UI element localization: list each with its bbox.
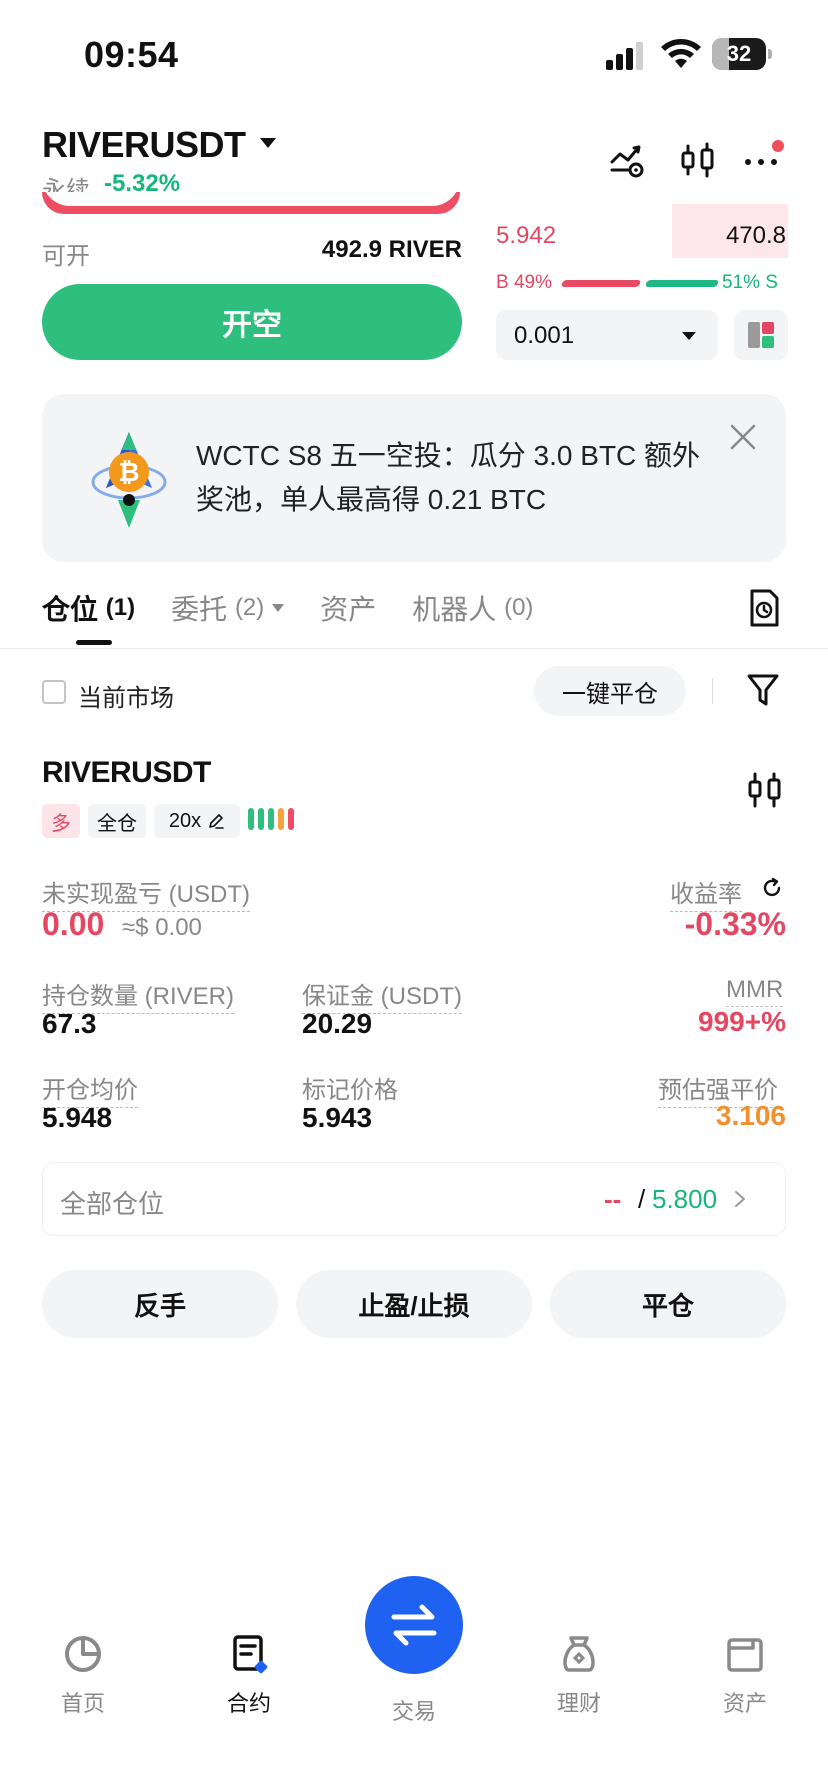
ask-price[interactable]: 5.942 bbox=[496, 222, 556, 250]
home-icon bbox=[65, 1636, 101, 1672]
available-value: 492.9 RIVER bbox=[321, 236, 462, 263]
nav-contract[interactable]: 合约 bbox=[194, 1632, 304, 1718]
earn-icon bbox=[563, 1636, 595, 1672]
mark-price-value: 5.943 bbox=[302, 1102, 373, 1133]
nav-trade-label[interactable]: 交易 bbox=[365, 1694, 463, 1726]
status-time: 09:54 bbox=[84, 34, 179, 75]
nav-home-label: 首页 bbox=[60, 1691, 105, 1716]
buy-ratio-bar bbox=[560, 280, 642, 287]
wallet-icon bbox=[727, 1638, 763, 1672]
open-short-button[interactable]: 开空 bbox=[42, 284, 462, 360]
tab-bots[interactable]: 机器人 (0) bbox=[412, 588, 533, 628]
sell-slider-track[interactable] bbox=[42, 192, 460, 214]
promo-text[interactable]: WCTC S8 五一空投：瓜分 3.0 BTC 额外奖池，单人最高得 0.21 … bbox=[196, 434, 706, 522]
svg-text:₿: ₿ bbox=[118, 457, 139, 487]
wifi-icon bbox=[661, 39, 701, 68]
leverage-badge[interactable]: 20x bbox=[154, 804, 240, 838]
side-badge: 多 bbox=[42, 804, 80, 838]
nav-home[interactable]: 首页 bbox=[28, 1632, 138, 1718]
nav-contract-label: 合约 bbox=[226, 1691, 271, 1716]
active-tab-indicator bbox=[76, 640, 112, 645]
sell-ratio-bar bbox=[644, 280, 720, 287]
refresh-icon[interactable] bbox=[760, 876, 784, 900]
nav-earn-label: 理财 bbox=[556, 1691, 601, 1716]
entry-price-value: 5.948 bbox=[42, 1102, 113, 1133]
sell-ratio: 51% S bbox=[722, 272, 778, 293]
mmr-label[interactable]: MMR bbox=[726, 976, 784, 1007]
pair-title[interactable]: RIVERUSDT bbox=[42, 124, 246, 166]
chevron-right-icon bbox=[735, 1191, 745, 1207]
all-positions-separator: / bbox=[638, 1184, 646, 1214]
risk-level-indicator bbox=[248, 808, 294, 832]
tab-positions[interactable]: 仓位 (1) bbox=[42, 588, 135, 628]
tab-orders[interactable]: 委托 (2) bbox=[171, 588, 285, 628]
tab-positions-count: (1) bbox=[105, 594, 136, 621]
contract-icon bbox=[233, 1635, 268, 1674]
nav-assets-label: 资产 bbox=[722, 1691, 767, 1716]
available-label: 可开 bbox=[42, 243, 90, 270]
tabs-divider bbox=[0, 648, 828, 649]
tab-bots-label: 机器人 bbox=[412, 594, 497, 625]
tab-positions-label: 仓位 bbox=[42, 594, 99, 625]
close-all-button[interactable]: 一键平仓 bbox=[534, 666, 686, 716]
reverse-button[interactable]: 反手 bbox=[42, 1270, 278, 1338]
layout-icon bbox=[748, 322, 774, 348]
margin-mode-badge[interactable]: 全仓 bbox=[88, 804, 146, 838]
close-position-button[interactable]: 平仓 bbox=[550, 1270, 786, 1338]
size-value: 67.3 bbox=[42, 1008, 97, 1039]
trade-fab-button[interactable] bbox=[365, 1576, 463, 1674]
notification-dot bbox=[772, 140, 784, 152]
position-tabs: 仓位 (1) 委托 (2) 资产 机器人 (0) bbox=[42, 588, 533, 628]
history-icon[interactable] bbox=[746, 588, 782, 628]
strategy-icon[interactable] bbox=[608, 140, 648, 180]
tab-assets[interactable]: 资产 bbox=[320, 588, 376, 628]
candlestick-icon[interactable] bbox=[746, 770, 784, 810]
current-market-label[interactable]: 当前市场 bbox=[78, 678, 174, 713]
close-icon[interactable] bbox=[728, 422, 758, 452]
nav-assets[interactable]: 资产 bbox=[690, 1632, 800, 1718]
tab-orders-label: 委托 bbox=[171, 594, 228, 625]
price-step-value: 0.001 bbox=[514, 322, 575, 349]
battery-icon: 32 bbox=[712, 38, 772, 70]
tab-assets-label: 资产 bbox=[320, 594, 377, 625]
swap-icon bbox=[391, 1604, 437, 1646]
all-positions-pnl: -- bbox=[604, 1184, 622, 1214]
unrealized-pnl-value: 0.00 bbox=[42, 906, 105, 942]
buy-ratio: B 49% bbox=[496, 272, 552, 293]
all-positions-value: 5.800 bbox=[652, 1184, 718, 1214]
filter-icon[interactable] bbox=[746, 672, 780, 708]
edit-icon bbox=[209, 814, 224, 829]
tab-orders-count: (2) bbox=[234, 594, 265, 621]
chevron-down-icon bbox=[682, 332, 696, 340]
divider bbox=[712, 678, 713, 704]
tp-sl-button[interactable]: 止盈/止损 bbox=[296, 1270, 532, 1338]
roe-value: -0.33% bbox=[684, 906, 786, 942]
unrealized-pnl-usd: ≈$ 0.00 bbox=[122, 914, 202, 941]
cellular-signal-icon bbox=[606, 42, 643, 70]
margin-value: 20.29 bbox=[302, 1008, 373, 1039]
battery-level: 32 bbox=[726, 41, 752, 66]
tab-orders-caret-icon[interactable] bbox=[272, 604, 285, 612]
leverage-value: 20x bbox=[168, 809, 202, 832]
ask-quantity: 470.8 bbox=[725, 222, 786, 249]
pair-dropdown-icon[interactable] bbox=[260, 138, 276, 148]
liq-price-value: 3.106 bbox=[715, 1100, 786, 1131]
current-market-checkbox[interactable] bbox=[42, 680, 66, 704]
position-symbol[interactable]: RIVERUSDT bbox=[42, 756, 211, 790]
rocket-bitcoin-logo: ₿ bbox=[91, 432, 167, 528]
all-positions-label: 全部仓位 bbox=[60, 1189, 165, 1219]
tab-bots-count: (0) bbox=[504, 594, 534, 621]
mmr-value: 999+% bbox=[698, 1006, 786, 1037]
orderbook-layout-button[interactable] bbox=[734, 310, 788, 360]
candlestick-icon[interactable] bbox=[678, 140, 718, 180]
nav-earn[interactable]: 理财 bbox=[524, 1632, 634, 1718]
